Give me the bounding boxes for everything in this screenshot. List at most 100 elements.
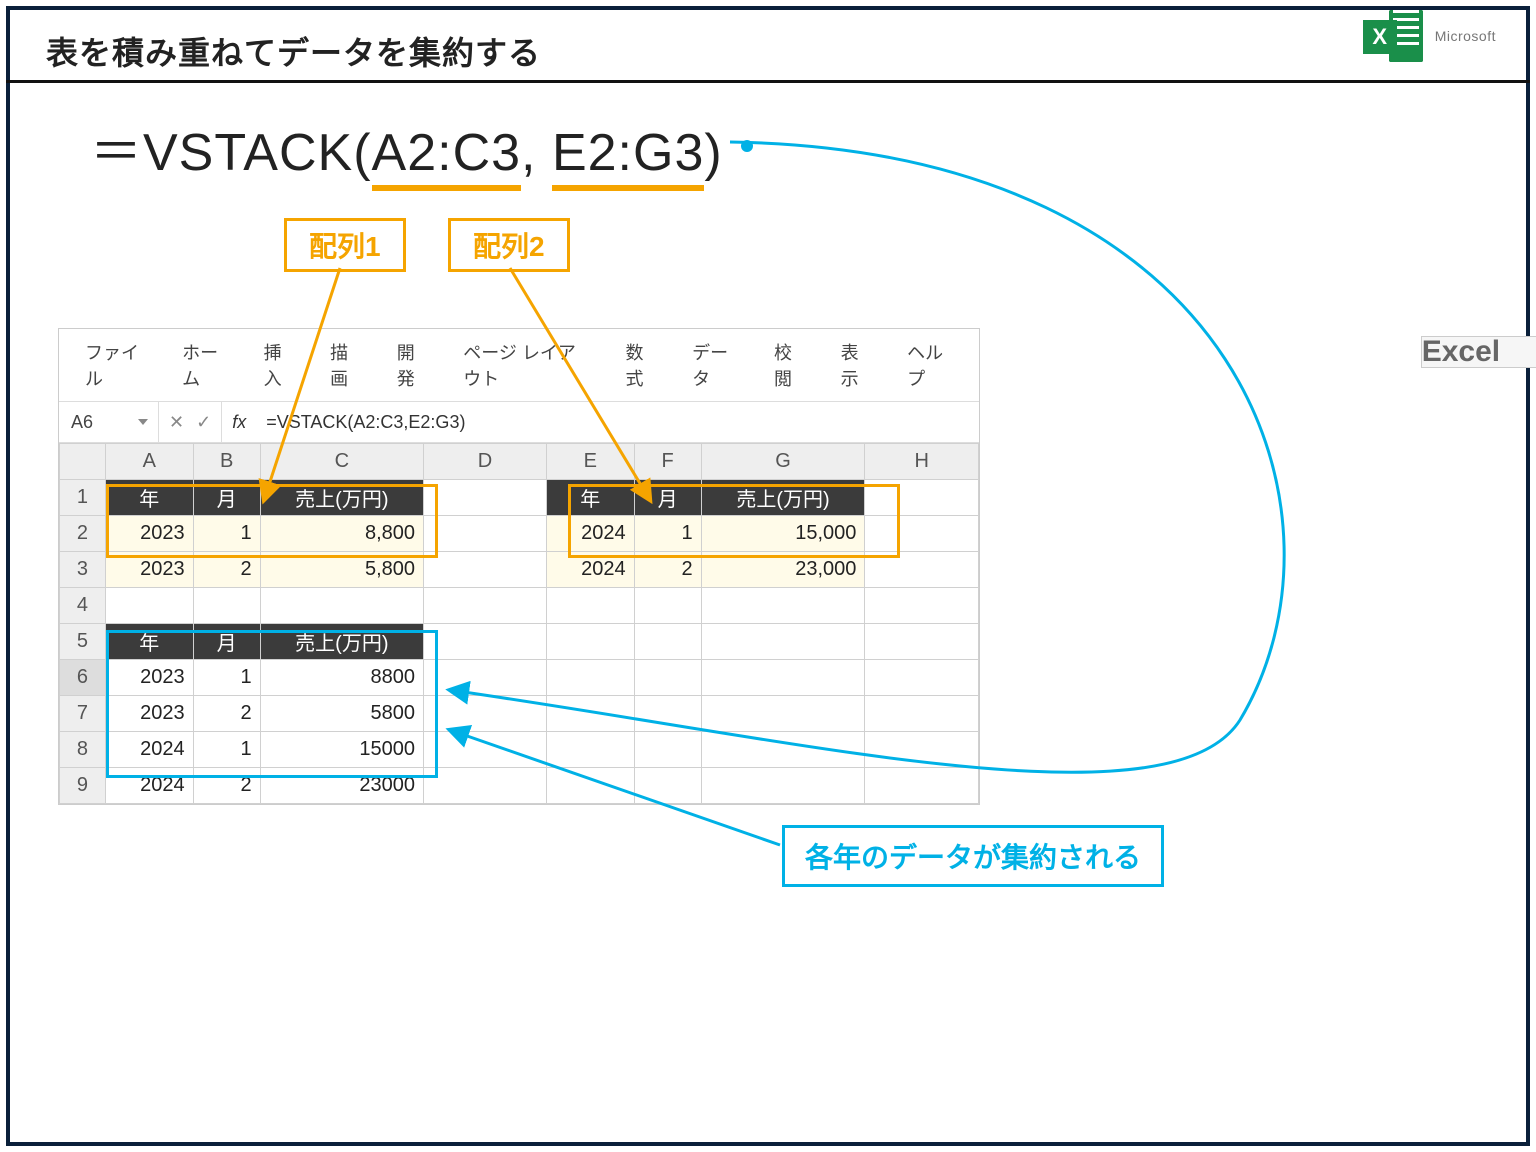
cell-G3[interactable]: 23,000 xyxy=(701,552,865,588)
cell-C2[interactable]: 8,800 xyxy=(260,516,423,552)
row-9[interactable]: 9 xyxy=(60,768,106,804)
cell-G8[interactable] xyxy=(701,732,865,768)
cell-D6[interactable] xyxy=(424,660,547,696)
cell-B5[interactable]: 月 xyxy=(193,624,260,660)
cell-A8[interactable]: 2024 xyxy=(105,732,193,768)
cell-C8[interactable]: 15000 xyxy=(260,732,423,768)
row-1[interactable]: 1 xyxy=(60,480,106,516)
cell-H1[interactable] xyxy=(865,480,979,516)
cell-A1[interactable]: 年 xyxy=(105,480,193,516)
cell-E8[interactable] xyxy=(546,732,634,768)
name-box[interactable]: A6 xyxy=(59,402,159,442)
cell-F7[interactable] xyxy=(634,696,701,732)
cell-D5[interactable] xyxy=(424,624,547,660)
cell-C9[interactable]: 23000 xyxy=(260,768,423,804)
cell-A6[interactable]: 2023 xyxy=(105,660,193,696)
tab-file[interactable]: ファイル xyxy=(67,339,164,391)
cell-B1[interactable]: 月 xyxy=(193,480,260,516)
fx-icon[interactable]: fx xyxy=(222,412,256,433)
col-A[interactable]: A xyxy=(105,444,193,480)
cell-C1[interactable]: 売上(万円) xyxy=(260,480,423,516)
col-G[interactable]: G xyxy=(701,444,865,480)
cell-E2[interactable]: 2024 xyxy=(546,516,634,552)
cell-C5[interactable]: 売上(万円) xyxy=(260,624,423,660)
cell-E6[interactable] xyxy=(546,660,634,696)
select-all-corner[interactable] xyxy=(60,444,106,480)
row-8[interactable]: 8 xyxy=(60,732,106,768)
row-6[interactable]: 6 xyxy=(60,660,106,696)
cell-B9[interactable]: 2 xyxy=(193,768,260,804)
cell-G4[interactable] xyxy=(701,588,865,624)
cell-A7[interactable]: 2023 xyxy=(105,696,193,732)
tab-insert[interactable]: 挿入 xyxy=(246,339,313,391)
cell-H7[interactable] xyxy=(865,696,979,732)
cell-B7[interactable]: 2 xyxy=(193,696,260,732)
tab-data[interactable]: データ xyxy=(674,339,756,391)
row-4[interactable]: 4 xyxy=(60,588,106,624)
cell-H3[interactable] xyxy=(865,552,979,588)
cell-D8[interactable] xyxy=(424,732,547,768)
cell-F3[interactable]: 2 xyxy=(634,552,701,588)
cell-F4[interactable] xyxy=(634,588,701,624)
col-H[interactable]: H xyxy=(865,444,979,480)
formula-bar-value[interactable]: =VSTACK(A2:C3,E2:G3) xyxy=(256,412,475,433)
cell-H2[interactable] xyxy=(865,516,979,552)
cell-H9[interactable] xyxy=(865,768,979,804)
cell-D3[interactable] xyxy=(424,552,547,588)
tab-review[interactable]: 校閲 xyxy=(756,339,823,391)
tab-view[interactable]: 表示 xyxy=(823,339,890,391)
cell-E7[interactable] xyxy=(546,696,634,732)
cell-D2[interactable] xyxy=(424,516,547,552)
tab-dev[interactable]: 開発 xyxy=(379,339,446,391)
cell-B8[interactable]: 1 xyxy=(193,732,260,768)
cell-B3[interactable]: 2 xyxy=(193,552,260,588)
cell-E4[interactable] xyxy=(546,588,634,624)
cell-G1[interactable]: 売上(万円) xyxy=(701,480,865,516)
cell-H5[interactable] xyxy=(865,624,979,660)
tab-formula[interactable]: 数式 xyxy=(608,339,675,391)
cell-D7[interactable] xyxy=(424,696,547,732)
col-B[interactable]: B xyxy=(193,444,260,480)
tab-draw[interactable]: 描画 xyxy=(312,339,379,391)
cell-H8[interactable] xyxy=(865,732,979,768)
cell-C7[interactable]: 5800 xyxy=(260,696,423,732)
spreadsheet-grid[interactable]: A B C D E F G H 1 年 月 売上(万円) 年 月 売上(万円) … xyxy=(59,443,979,804)
cell-G6[interactable] xyxy=(701,660,865,696)
tab-layout[interactable]: ページ レイアウト xyxy=(445,339,607,391)
cell-D4[interactable] xyxy=(424,588,547,624)
cell-F6[interactable] xyxy=(634,660,701,696)
cell-C3[interactable]: 5,800 xyxy=(260,552,423,588)
cell-C4[interactable] xyxy=(260,588,423,624)
cell-H6[interactable] xyxy=(865,660,979,696)
cell-E3[interactable]: 2024 xyxy=(546,552,634,588)
cell-A3[interactable]: 2023 xyxy=(105,552,193,588)
cell-F5[interactable] xyxy=(634,624,701,660)
cell-A9[interactable]: 2024 xyxy=(105,768,193,804)
cell-B4[interactable] xyxy=(193,588,260,624)
accept-icon[interactable]: ✓ xyxy=(196,412,211,433)
cell-D9[interactable] xyxy=(424,768,547,804)
col-D[interactable]: D xyxy=(424,444,547,480)
row-5[interactable]: 5 xyxy=(60,624,106,660)
cell-B6[interactable]: 1 xyxy=(193,660,260,696)
cell-F2[interactable]: 1 xyxy=(634,516,701,552)
cell-F8[interactable] xyxy=(634,732,701,768)
cell-A2[interactable]: 2023 xyxy=(105,516,193,552)
cell-E1[interactable]: 年 xyxy=(546,480,634,516)
col-F[interactable]: F xyxy=(634,444,701,480)
cell-E9[interactable] xyxy=(546,768,634,804)
cell-A5[interactable]: 年 xyxy=(105,624,193,660)
cell-E5[interactable] xyxy=(546,624,634,660)
cell-C6[interactable]: 8800 xyxy=(260,660,423,696)
cancel-icon[interactable]: ✕ xyxy=(169,412,184,433)
col-E[interactable]: E xyxy=(546,444,634,480)
col-C[interactable]: C xyxy=(260,444,423,480)
cell-A4[interactable] xyxy=(105,588,193,624)
row-3[interactable]: 3 xyxy=(60,552,106,588)
cell-F1[interactable]: 月 xyxy=(634,480,701,516)
row-2[interactable]: 2 xyxy=(60,516,106,552)
cell-G9[interactable] xyxy=(701,768,865,804)
tab-help[interactable]: ヘルプ xyxy=(889,339,971,391)
cell-H4[interactable] xyxy=(865,588,979,624)
row-7[interactable]: 7 xyxy=(60,696,106,732)
